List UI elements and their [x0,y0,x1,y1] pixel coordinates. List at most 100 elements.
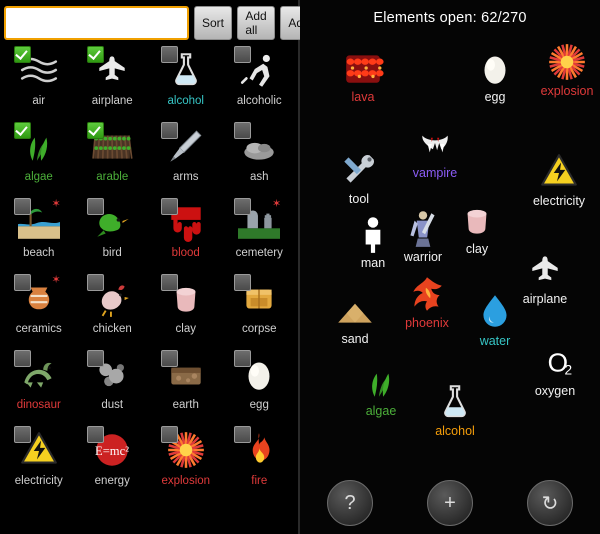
element-label: alcohol [167,95,204,107]
air-icon [13,46,62,93]
element-cell[interactable]: fire [223,424,297,500]
element-cell[interactable]: electricity [2,424,76,500]
workspace-panel: Elements open: 62/270 lava egg explosion to… [300,0,600,534]
element-label: air [32,95,46,107]
element-cell[interactable]: airplane [76,44,150,120]
arms-icon [160,122,209,169]
workspace-node[interactable]: tool [322,148,396,206]
add-all-button[interactable]: Add all [237,6,275,40]
element-checkbox[interactable] [87,274,105,291]
help-button[interactable]: ? [327,480,373,526]
beach-icon: ✶ [13,198,62,245]
element-cell[interactable]: corpse [223,272,297,348]
element-cell[interactable]: arable [76,120,150,196]
workspace-node-label: phoenix [405,316,449,330]
element-checkbox[interactable] [160,46,178,63]
sort-button[interactable]: Sort [194,6,232,40]
clay-icon [453,198,501,242]
element-checkbox[interactable] [234,274,252,291]
element-label: airplane [91,95,133,107]
water-icon [471,290,519,334]
bird-icon [87,198,135,245]
element-cell[interactable]: bird [76,196,150,272]
element-cell[interactable]: E=mc² energy [76,424,150,500]
workspace-node[interactable]: egg [458,46,532,104]
element-checkbox[interactable] [13,426,31,443]
workspace-node[interactable]: lava [326,46,400,104]
element-cell[interactable]: algae [2,120,76,196]
element-checkbox[interactable] [234,46,252,63]
workspace-node[interactable]: clay [440,198,514,256]
element-cell[interactable]: earth [149,348,223,424]
element-checkbox[interactable] [160,122,178,139]
workspace-node[interactable]: explosion [530,40,600,98]
element-cell[interactable]: ✶ beach [2,196,76,272]
dinosaur-icon [13,350,62,397]
element-cell[interactable]: air [2,44,76,120]
element-cell[interactable]: egg [223,348,297,424]
reset-button[interactable]: ↻ [527,480,573,526]
add-button-round[interactable]: + [427,480,473,526]
element-label: electricity [14,475,63,487]
earth-icon [160,350,209,397]
element-cell[interactable]: chicken [76,272,150,348]
element-checkbox[interactable] [160,198,178,215]
workspace-node-label: lava [351,90,375,104]
arable-icon [87,122,135,169]
element-checkbox[interactable] [13,122,31,139]
workspace-node[interactable]: vampire [398,122,472,180]
element-checkbox[interactable] [13,46,31,63]
element-cell[interactable]: ✶ cemetery [223,196,297,272]
element-label: fire [251,475,268,487]
element-checkbox[interactable] [160,350,178,367]
element-cell[interactable]: alcoholic [223,44,297,120]
element-checkbox[interactable] [234,122,252,139]
workspace-node[interactable]: phoenix [390,272,464,330]
explosion-icon [160,426,209,473]
element-checkbox[interactable] [87,350,105,367]
element-cell[interactable]: ✶ ceramics [2,272,76,348]
alcohol-icon [431,380,479,424]
element-label: algae [24,171,53,183]
element-cell[interactable]: alcohol [149,44,223,120]
element-cell[interactable]: dinosaur [2,348,76,424]
algae-icon [13,122,62,169]
element-checkbox[interactable] [13,350,31,367]
element-label: ceramics [15,323,62,335]
app-root: Sort Add all Add air airplane alcohol alcoh… [0,0,600,534]
element-cell[interactable]: blood [149,196,223,272]
sand-icon [331,288,379,332]
element-cell[interactable]: clay [149,272,223,348]
element-checkbox[interactable] [160,274,178,291]
explosion-icon [543,40,591,84]
element-checkbox[interactable] [160,426,178,443]
element-checkbox[interactable] [87,122,105,139]
element-cell[interactable]: dust [76,348,150,424]
workspace-node[interactable]: electricity [522,150,596,208]
element-checkbox[interactable] [234,198,252,215]
workspace-node-label: vampire [412,166,458,180]
element-label: bird [102,247,122,259]
blood-icon [160,198,209,245]
element-cell[interactable]: arms [149,120,223,196]
element-checkbox[interactable] [13,198,31,215]
element-label: alcoholic [236,95,282,107]
element-checkbox[interactable] [13,274,31,291]
alcohol-icon [160,46,209,93]
workspace-node[interactable]: algae [344,360,418,418]
element-checkbox[interactable] [234,350,252,367]
element-label: explosion [161,475,211,487]
element-checkbox[interactable] [87,46,105,63]
element-checkbox[interactable] [87,426,105,443]
element-cell[interactable]: ash [223,120,297,196]
workspace-node[interactable]: O 2 oxygen [518,340,592,398]
elements-open-counter: Elements open: 62/270 [373,10,527,26]
element-cell[interactable]: explosion [149,424,223,500]
workspace-node-label: alcohol [435,424,475,438]
element-checkbox[interactable] [87,198,105,215]
workspace-node[interactable]: sand [318,288,392,346]
element-checkbox[interactable] [234,426,252,443]
tool-icon [335,148,383,192]
workspace-node[interactable]: alcohol [418,380,492,438]
search-input[interactable] [4,6,189,40]
